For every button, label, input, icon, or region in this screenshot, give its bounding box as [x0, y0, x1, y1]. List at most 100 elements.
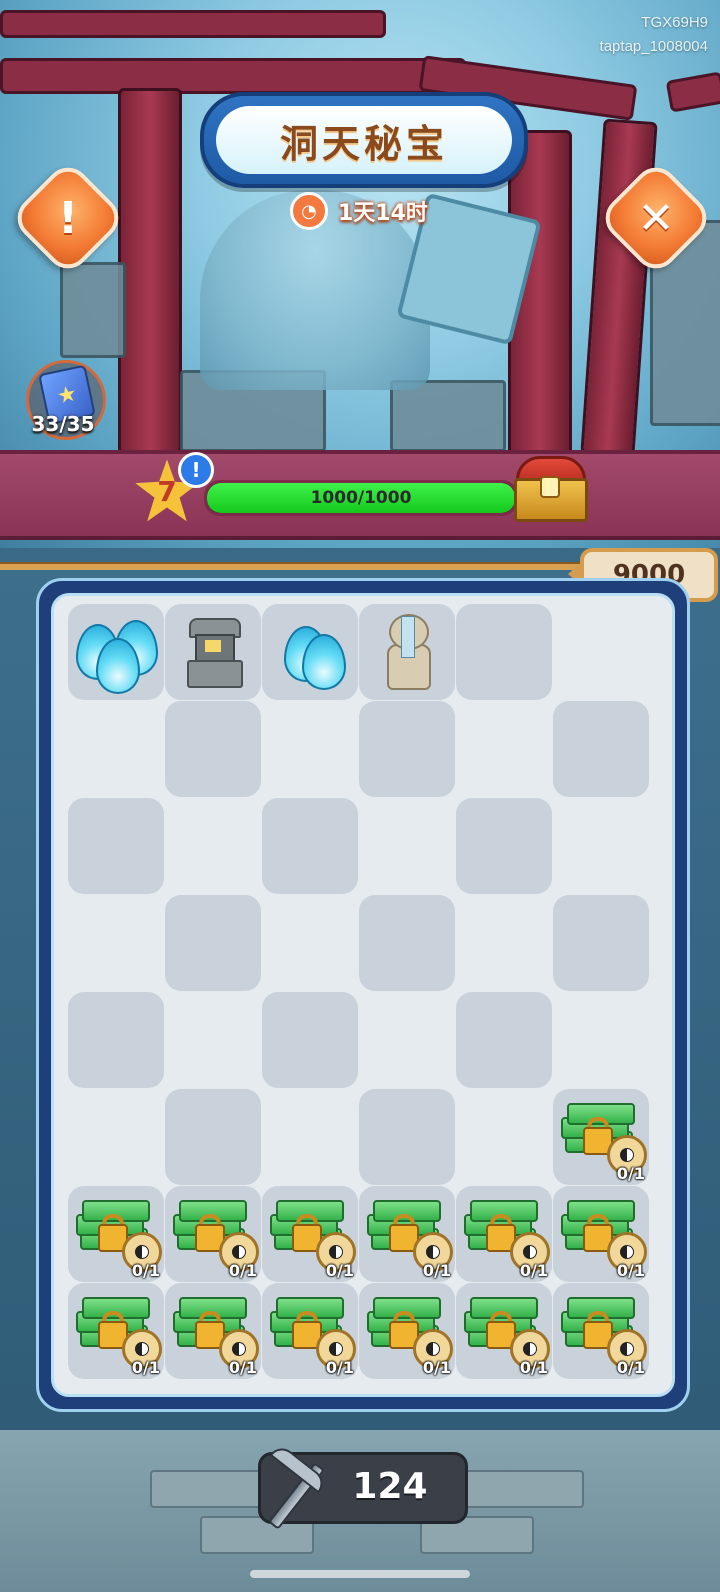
board-cell[interactable]	[456, 1089, 552, 1185]
empty-slot	[553, 992, 649, 1088]
board-cell[interactable]	[262, 1089, 358, 1185]
stone-lantern-icon	[165, 604, 261, 700]
home-indicator[interactable]	[250, 1570, 470, 1578]
board-cell[interactable]: 0/1	[553, 1089, 649, 1185]
empty-slot	[456, 992, 552, 1088]
empty-slot	[456, 895, 552, 991]
locked-jade-chest-icon: 0/1	[262, 1186, 358, 1282]
clock-icon: ◔	[290, 192, 328, 230]
board-cell[interactable]	[262, 798, 358, 894]
board-cell[interactable]	[553, 895, 649, 991]
locked-jade-chest-icon: 0/1	[553, 1186, 649, 1282]
board-cell[interactable]: 0/1	[165, 1283, 261, 1379]
board-cell[interactable]: 0/1	[553, 1283, 649, 1379]
board-cell[interactable]: 0/1	[68, 1283, 164, 1379]
board-cell[interactable]	[165, 701, 261, 797]
board-cell[interactable]	[456, 798, 552, 894]
locked-jade-chest-icon: 0/1	[359, 1283, 455, 1379]
board-cell[interactable]: 0/1	[262, 1283, 358, 1379]
empty-slot	[262, 701, 358, 797]
empty-slot	[456, 701, 552, 797]
board-cell[interactable]	[68, 798, 164, 894]
pickaxe-count: 124	[352, 1465, 428, 1507]
board-cell[interactable]	[68, 1089, 164, 1185]
board-cell[interactable]	[262, 992, 358, 1088]
board-cell[interactable]	[165, 604, 261, 700]
board-cell[interactable]: 0/1	[68, 1186, 164, 1282]
board-cell[interactable]	[456, 701, 552, 797]
board-cell[interactable]	[165, 1089, 261, 1185]
title-plate: 洞天秘宝	[200, 92, 528, 188]
locked-jade-chest-icon: 0/1	[553, 1089, 649, 1185]
empty-slot	[359, 992, 455, 1088]
page-title: 洞天秘宝	[279, 121, 448, 166]
board-cell[interactable]	[359, 1089, 455, 1185]
board-cell[interactable]	[165, 895, 261, 991]
board-cell[interactable]: 0/1	[553, 1186, 649, 1282]
reward-chest-button[interactable]	[512, 456, 588, 522]
board-cell[interactable]	[359, 798, 455, 894]
board-cell[interactable]	[359, 701, 455, 797]
level-number: 7	[157, 474, 177, 508]
board-cell[interactable]	[165, 798, 261, 894]
empty-slot	[165, 1089, 261, 1185]
board-cell[interactable]	[68, 604, 164, 700]
board-cell[interactable]	[68, 992, 164, 1088]
blue-flame-icon	[68, 604, 164, 700]
board-cell[interactable]	[262, 895, 358, 991]
board-cell[interactable]	[553, 798, 649, 894]
close-icon: ✕	[637, 192, 675, 244]
board-cell[interactable]: 0/1	[456, 1186, 552, 1282]
empty-slot	[68, 1089, 164, 1185]
empty-slot	[262, 895, 358, 991]
lock-progress-label: 0/1	[228, 1358, 257, 1377]
locked-jade-chest-icon: 0/1	[68, 1186, 164, 1282]
lock-progress-label: 0/1	[616, 1358, 645, 1377]
board-cell[interactable]: 0/1	[456, 1283, 552, 1379]
locked-jade-chest-icon: 0/1	[456, 1186, 552, 1282]
board-cell[interactable]	[456, 992, 552, 1088]
lock-progress-label: 0/1	[325, 1261, 354, 1280]
board-cell[interactable]	[456, 604, 552, 700]
lock-progress-label: 0/1	[228, 1261, 257, 1280]
exclamation-icon: !	[57, 192, 79, 244]
empty-slot	[68, 798, 164, 894]
board-cell[interactable]	[262, 604, 358, 700]
board-cell[interactable]: 0/1	[359, 1283, 455, 1379]
progress-text: 1000/1000	[310, 488, 412, 508]
pickaxe-icon	[258, 1442, 332, 1530]
board-cell[interactable]	[262, 701, 358, 797]
lock-progress-label: 0/1	[616, 1164, 645, 1183]
empty-slot	[553, 798, 649, 894]
lock-progress-label: 0/1	[422, 1261, 451, 1280]
board-cell[interactable]: 0/1	[359, 1186, 455, 1282]
empty-slot	[165, 895, 261, 991]
lock-progress-label: 0/1	[131, 1261, 160, 1280]
blue-flame-icon	[262, 604, 358, 700]
board-cell[interactable]: 0/1	[262, 1186, 358, 1282]
timer-text: 1天14时	[338, 201, 428, 226]
empty-slot	[359, 1089, 455, 1185]
board-grid: 0/1 0/1 0/1 0/1 0/1 0/1 0/1 0/1 0/1 0/1 0/1 0/1 0/1	[51, 593, 675, 1397]
board-cell[interactable]	[165, 992, 261, 1088]
locked-jade-chest-icon: 0/1	[262, 1283, 358, 1379]
board-cell[interactable]	[456, 895, 552, 991]
locked-jade-chest-icon: 0/1	[359, 1186, 455, 1282]
lock-progress-label: 0/1	[131, 1358, 160, 1377]
board-cell[interactable]	[553, 701, 649, 797]
watermark-user: taptap_1008004	[599, 38, 708, 55]
board-cell[interactable]	[359, 895, 455, 991]
board-cell[interactable]	[68, 895, 164, 991]
board-cell[interactable]	[553, 604, 649, 700]
event-timer: ◔ 1天14时	[290, 192, 428, 230]
score-rail	[0, 562, 580, 570]
board-cell[interactable]: 0/1	[165, 1186, 261, 1282]
empty-slot	[68, 701, 164, 797]
board-cell[interactable]	[359, 604, 455, 700]
board-cell[interactable]	[553, 992, 649, 1088]
locked-jade-chest-icon: 0/1	[456, 1283, 552, 1379]
board-cell[interactable]	[68, 701, 164, 797]
lock-progress-label: 0/1	[519, 1261, 548, 1280]
board-cell[interactable]	[359, 992, 455, 1088]
lock-progress-label: 0/1	[422, 1358, 451, 1377]
